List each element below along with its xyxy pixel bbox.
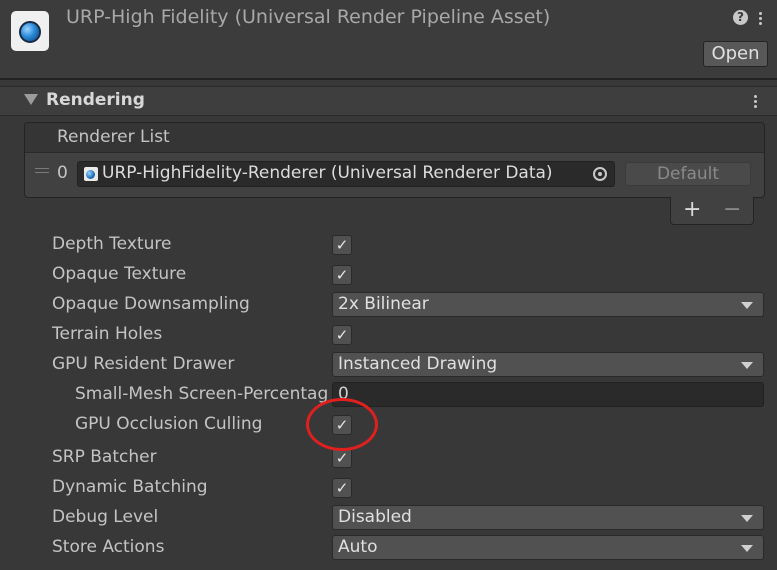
- renderer-list-label: Renderer List: [57, 127, 170, 147]
- renderer-list-header: Renderer List: [25, 123, 764, 153]
- small-mesh-input[interactable]: 0: [332, 382, 764, 407]
- srp-batcher-row: SRP Batcher ✓: [0, 443, 777, 473]
- depth-texture-row: Depth Texture ✓: [0, 230, 777, 260]
- terrain-holes-checkbox[interactable]: ✓: [332, 325, 352, 345]
- small-mesh-row: Small-Mesh Screen-Percentage 0: [0, 380, 777, 410]
- dropdown-arrow-icon: [741, 515, 753, 522]
- add-renderer-button[interactable]: +: [683, 197, 701, 222]
- gpu-resident-drawer-label: GPU Resident Drawer: [52, 354, 235, 374]
- opaque-downsampling-label: Opaque Downsampling: [52, 294, 250, 314]
- terrain-holes-row: Terrain Holes ✓: [0, 320, 777, 350]
- store-actions-row: Store Actions Auto: [0, 533, 777, 563]
- store-actions-dropdown[interactable]: Auto: [332, 535, 764, 560]
- highlight-circle-annotation: [306, 398, 378, 451]
- store-actions-label: Store Actions: [52, 537, 165, 557]
- depth-texture-checkbox[interactable]: ✓: [332, 235, 352, 255]
- gpu-resident-drawer-row: GPU Resident Drawer Instanced Drawing: [0, 350, 777, 380]
- set-default-button[interactable]: Default: [625, 162, 751, 186]
- dynamic-batching-label: Dynamic Batching: [52, 477, 208, 497]
- opaque-texture-checkbox[interactable]: ✓: [332, 265, 352, 285]
- debug-level-label: Debug Level: [52, 507, 159, 527]
- debug-level-row: Debug Level Disabled: [0, 503, 777, 533]
- debug-level-dropdown[interactable]: Disabled: [332, 505, 764, 530]
- store-actions-value: Auto: [338, 537, 378, 557]
- opaque-downsampling-dropdown[interactable]: 2x Bilinear: [332, 292, 764, 317]
- opaque-downsampling-value: 2x Bilinear: [338, 294, 429, 314]
- opaque-texture-row: Opaque Texture ✓: [0, 260, 777, 290]
- depth-texture-label: Depth Texture: [52, 234, 172, 254]
- remove-renderer-button[interactable]: −: [723, 197, 741, 222]
- renderer-list: Renderer List 0 URP-HighFidelity-Rendere…: [24, 122, 765, 198]
- list-item-index: 0: [57, 163, 68, 183]
- renderer-list-footer: + −: [670, 197, 754, 225]
- gpu-resident-drawer-dropdown[interactable]: Instanced Drawing: [332, 352, 764, 377]
- dropdown-arrow-icon: [741, 362, 753, 369]
- debug-level-value: Disabled: [338, 507, 412, 527]
- small-mesh-label: Small-Mesh Screen-Percentage: [75, 384, 327, 404]
- header-kebab-menu-icon[interactable]: [759, 12, 763, 27]
- opaque-texture-label: Opaque Texture: [52, 264, 187, 284]
- drag-handle-icon[interactable]: [35, 168, 49, 175]
- srp-batcher-label: SRP Batcher: [52, 447, 157, 467]
- gpu-resident-drawer-value: Instanced Drawing: [338, 354, 498, 374]
- srp-batcher-checkbox[interactable]: ✓: [332, 448, 352, 468]
- opaque-downsampling-row: Opaque Downsampling 2x Bilinear: [0, 290, 777, 320]
- dropdown-arrow-icon: [741, 545, 753, 552]
- inspector-header: URP-High Fidelity (Universal Render Pipe…: [0, 0, 777, 80]
- renderer-data-icon: [84, 167, 98, 181]
- foldout-arrow-icon[interactable]: [24, 94, 38, 105]
- urp-asset-icon: [11, 11, 49, 51]
- open-button[interactable]: Open: [703, 41, 768, 67]
- asset-title: URP-High Fidelity (Universal Render Pipe…: [66, 6, 551, 28]
- renderer-object-field[interactable]: URP-HighFidelity-Renderer (Universal Ren…: [77, 161, 615, 187]
- dynamic-batching-row: Dynamic Batching ✓: [0, 473, 777, 503]
- gpu-occlusion-culling-row: GPU Occlusion Culling ✓: [0, 410, 777, 440]
- rendering-section-header[interactable]: Rendering: [0, 86, 777, 116]
- dropdown-arrow-icon: [741, 302, 753, 309]
- section-kebab-menu-icon[interactable]: [754, 95, 758, 110]
- gpu-occlusion-culling-label: GPU Occlusion Culling: [75, 414, 263, 434]
- question-icon[interactable]: ?: [733, 10, 748, 25]
- terrain-holes-label: Terrain Holes: [52, 324, 163, 344]
- dynamic-batching-checkbox[interactable]: ✓: [332, 478, 352, 498]
- renderer-object-value: URP-HighFidelity-Renderer (Universal Ren…: [102, 163, 553, 183]
- section-title: Rendering: [46, 90, 145, 110]
- object-picker-icon[interactable]: [593, 167, 607, 181]
